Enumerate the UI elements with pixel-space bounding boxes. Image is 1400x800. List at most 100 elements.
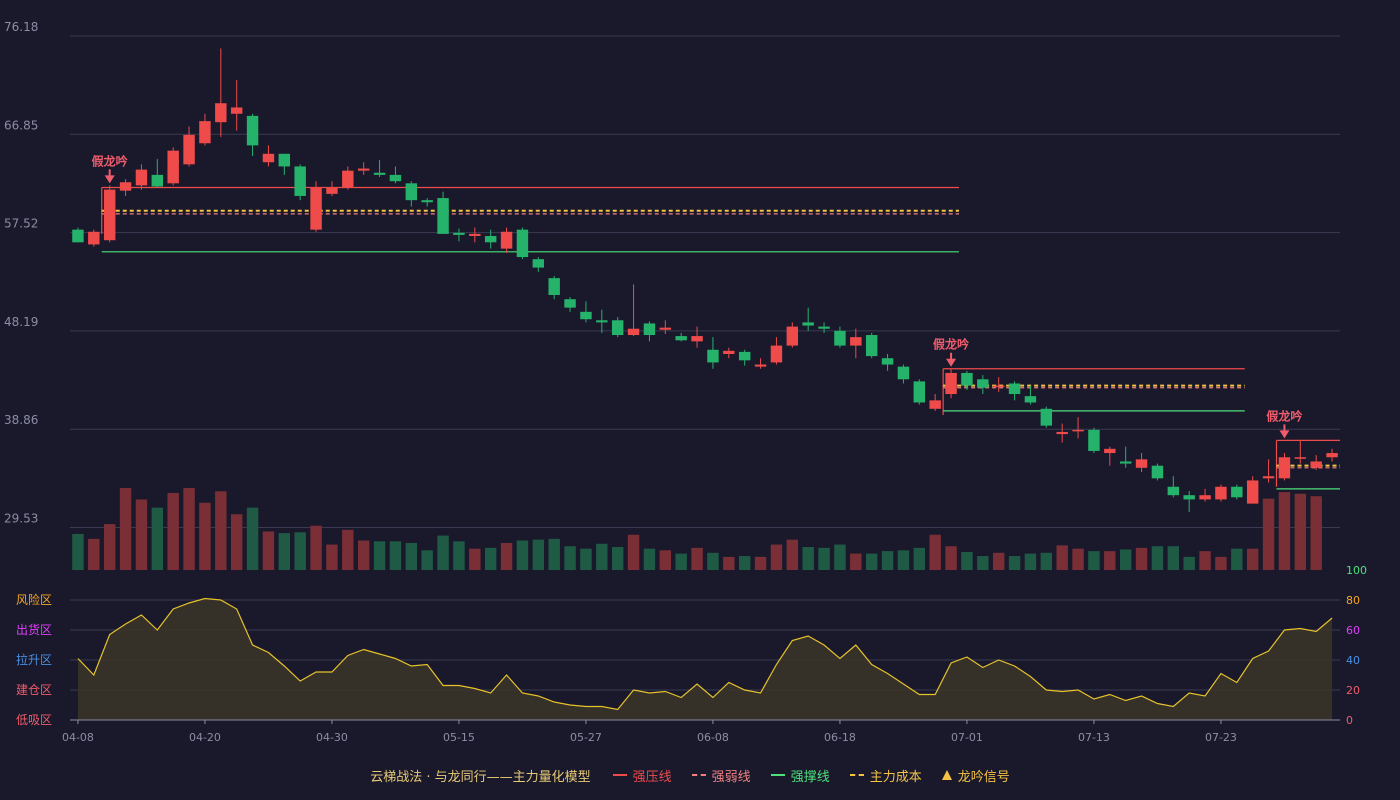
candle-body — [850, 337, 862, 346]
volume-bar — [103, 524, 116, 570]
legend-item-cost[interactable]: 主力成本 — [849, 766, 922, 785]
candle-body — [1246, 480, 1259, 504]
volume-bar — [1151, 546, 1164, 570]
candle-body — [627, 328, 640, 336]
x-tick-label: 07-01 — [951, 731, 983, 744]
candle-body — [516, 229, 529, 258]
volume-bar — [389, 541, 402, 570]
candle-body — [865, 335, 878, 357]
volume-bar — [977, 556, 989, 570]
volume-bar — [961, 551, 973, 570]
candle-body — [437, 198, 449, 234]
candle-body — [818, 326, 830, 329]
volume-bar — [199, 502, 211, 570]
candle-body — [294, 166, 306, 196]
candle-body — [611, 320, 624, 336]
indicator-right-tick: 80 — [1346, 594, 1360, 607]
volume-bar — [929, 534, 941, 570]
volume-bar — [1215, 556, 1227, 570]
candle-body — [262, 153, 275, 163]
candle-body — [961, 372, 973, 386]
candle-body — [770, 345, 783, 363]
candle-body — [1294, 457, 1307, 459]
volume-bar — [627, 534, 640, 570]
indicator-zone-label: 建仓区 — [16, 683, 52, 697]
legend-label: 主力成本 — [869, 769, 922, 785]
legend-item-support[interactable]: 强撑线 — [770, 766, 830, 785]
candle-body — [135, 169, 148, 186]
legend-title: 云梯战法 · 与龙同行——主力量化模型 — [370, 769, 591, 785]
price-tick-label: 48.19 — [4, 315, 38, 329]
indicator-right-tick: 60 — [1346, 624, 1360, 637]
candle-body — [992, 385, 1005, 388]
candle-body — [167, 150, 179, 184]
legend-label: 龙吟信号 — [957, 769, 1010, 785]
candle-body — [707, 349, 719, 363]
candle-body — [1231, 486, 1243, 498]
legend-item-signal[interactable]: 龙吟信号 — [941, 766, 1010, 785]
volume-bar — [659, 550, 672, 570]
volume-bar — [215, 491, 227, 570]
legend-item-weak[interactable]: 强弱线 — [691, 766, 751, 785]
volume-bar — [643, 548, 656, 570]
volume-bar — [1088, 551, 1100, 570]
candle-body — [913, 381, 926, 403]
x-tick-label: 04-30 — [316, 731, 348, 744]
volume-bar — [183, 488, 195, 570]
volume-bar — [1040, 552, 1053, 570]
candle-body — [834, 330, 846, 346]
candle-body — [738, 351, 751, 361]
candle-body — [1135, 459, 1148, 468]
candle-body — [929, 400, 941, 409]
volume-bar — [992, 552, 1005, 570]
volume-bar — [611, 547, 624, 570]
candle-body — [897, 366, 910, 380]
volume-bar — [500, 542, 513, 570]
candle-body — [1040, 408, 1053, 426]
legend-label: 强撑线 — [790, 769, 830, 785]
volume-bar — [135, 499, 148, 570]
volume-bar — [723, 556, 735, 570]
candle-body — [183, 134, 195, 165]
indicator-zone-label: 出货区 — [16, 622, 52, 637]
volume-bar — [881, 551, 894, 570]
candle-body — [1008, 383, 1021, 395]
candle-body — [421, 200, 433, 203]
candle-body — [373, 172, 386, 175]
x-tick-label: 04-20 — [189, 731, 221, 744]
candle-body — [389, 174, 402, 182]
legend-item-pressure[interactable]: 强压线 — [612, 766, 672, 785]
price-tick-label: 29.53 — [4, 512, 38, 526]
volume-bar — [151, 507, 164, 570]
candle-body — [1278, 457, 1291, 479]
chart-legend: 云梯战法 · 与龙同行——主力量化模型 强压线 强弱线 强撑线 主力成本 龙吟信… — [0, 760, 1400, 790]
x-tick-label: 07-23 — [1205, 731, 1237, 744]
candle-body — [1262, 476, 1275, 479]
candlestick-chart: 76.1866.8557.5248.1938.8629.53假龙吟假龙吟假龙吟风… — [4, 20, 1367, 744]
volume-bar — [1183, 556, 1195, 570]
candle-body — [1119, 461, 1132, 464]
signal-label: 假龙吟 — [92, 153, 128, 168]
x-tick-label: 05-27 — [570, 731, 602, 744]
volume-bar — [262, 531, 275, 570]
volume-bar — [516, 540, 529, 570]
candle-body — [786, 326, 799, 346]
candle-body — [1326, 453, 1338, 458]
volume-bar — [453, 541, 465, 570]
candle-body — [342, 170, 354, 188]
indicator-right-tick: 40 — [1346, 654, 1360, 667]
candle-body — [151, 174, 164, 187]
candle-body — [453, 232, 465, 235]
candle-body — [1199, 495, 1211, 500]
candle-body — [1024, 396, 1037, 403]
signal-arrow-icon — [104, 175, 115, 184]
signal-arrow-icon — [1279, 430, 1290, 439]
candle-body — [802, 322, 814, 326]
volume-bar — [1231, 548, 1243, 570]
candle-body — [945, 372, 957, 395]
volume-bar — [1199, 551, 1211, 570]
volume-bar — [548, 538, 560, 570]
volume-bar — [1008, 556, 1021, 570]
legend-label: 强压线 — [632, 769, 672, 785]
candle-body — [326, 187, 338, 194]
